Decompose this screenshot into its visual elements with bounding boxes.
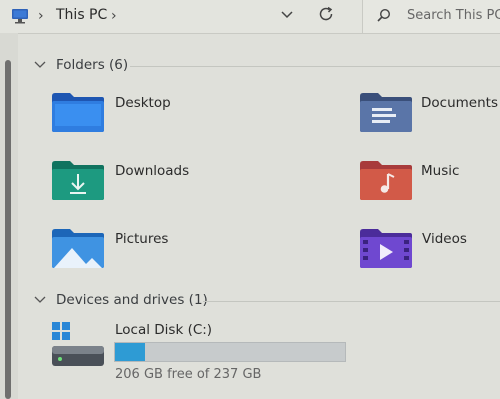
chevron-down-icon	[34, 61, 46, 68]
section-divider	[203, 301, 500, 302]
desktop-folder-icon	[52, 93, 104, 132]
address-toolbar: › This PC › Search This PC	[0, 0, 500, 34]
section-divider	[130, 66, 500, 67]
devices-section-label: Devices and drives (1)	[56, 292, 208, 308]
downloads-folder-icon	[52, 161, 104, 200]
refresh-icon[interactable]	[317, 5, 335, 23]
drive-free-space: 206 GB free of 237 GB	[115, 367, 262, 382]
drive-usage-bar	[114, 342, 346, 362]
breadcrumb-chevron-icon[interactable]: ›	[38, 8, 44, 24]
search-box[interactable]: Search This PC	[362, 0, 500, 33]
videos-folder-icon	[360, 229, 412, 268]
pictures-folder-icon	[52, 229, 104, 268]
folder-label: Pictures	[115, 231, 169, 247]
drive-name: Local Disk (C:)	[115, 322, 213, 338]
address-bar[interactable]: › This PC ›	[0, 0, 350, 33]
breadcrumb-chevron-icon[interactable]: ›	[111, 8, 117, 24]
search-icon	[377, 8, 391, 22]
documents-folder-icon	[360, 93, 412, 132]
folders-section-header[interactable]: Folders (6)	[34, 57, 128, 73]
folder-label: Music	[421, 163, 460, 179]
folder-label: Videos	[422, 231, 467, 247]
chevron-down-icon	[34, 296, 46, 303]
this-pc-icon	[12, 9, 28, 24]
chevron-down-icon[interactable]	[279, 6, 295, 22]
scrollbar[interactable]	[5, 60, 11, 399]
local-disk-icon	[52, 322, 104, 366]
folder-label: Downloads	[115, 163, 190, 179]
folder-label: Documents	[421, 95, 498, 111]
breadcrumb-this-pc[interactable]: This PC	[56, 7, 107, 23]
music-folder-icon	[360, 161, 412, 200]
devices-section-header[interactable]: Devices and drives (1)	[34, 292, 208, 308]
search-placeholder: Search This PC	[407, 8, 500, 23]
folders-section-label: Folders (6)	[56, 57, 129, 73]
folder-label: Desktop	[115, 95, 171, 111]
drive-usage-fill	[115, 343, 145, 361]
